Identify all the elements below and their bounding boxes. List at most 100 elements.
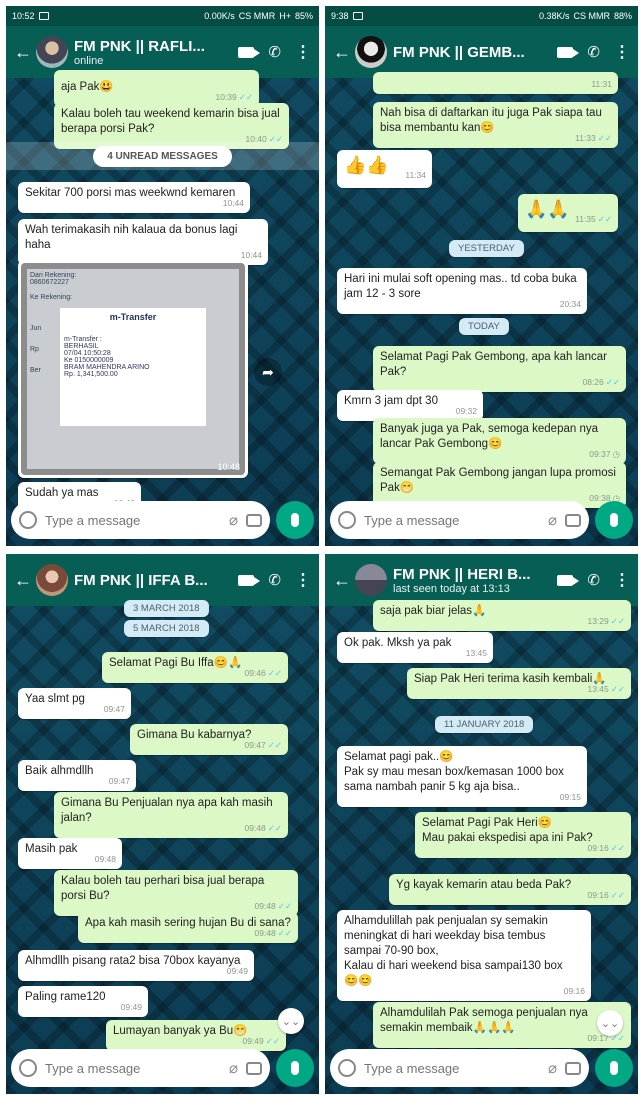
message-incoming[interactable]: Kmrn 3 jam dpt 30 09:32	[337, 390, 483, 421]
message-text: Selamat Pagi Bu Iffa😊🙏	[109, 657, 243, 669]
contact-name: FM PNK || HERI B...	[393, 565, 531, 583]
message-incoming[interactable]: Baik alhmdllh 09:47	[18, 760, 136, 791]
message-incoming[interactable]: Sekitar 700 porsi mas weekwnd kemaren 10:…	[18, 182, 250, 213]
attach-icon[interactable]: ⌀	[548, 511, 557, 529]
battery-level: 88%	[613, 11, 632, 21]
phone-icon[interactable]: ✆	[268, 571, 281, 589]
message-outgoing[interactable]: 🙏🙏 11:35 ✓✓	[518, 194, 618, 232]
phone-icon[interactable]: ✆	[268, 43, 281, 61]
message-incoming[interactable]: 👍👍 11:34	[337, 150, 432, 188]
message-outgoing[interactable]: Selamat Pagi Pak Gembong, apa kah lancar…	[373, 346, 626, 392]
message-outgoing[interactable]: saja pak biar jelas🙏 13:29 ✓✓	[373, 600, 631, 631]
mic-button[interactable]	[276, 501, 314, 539]
message-outgoing[interactable]: Banyak juga ya Pak, semoga kedepan nya l…	[373, 418, 626, 464]
message-outgoing[interactable]: Apa kah masih sering hujan Bu di sana? 09…	[78, 912, 298, 943]
message-outgoing[interactable]: Kalau boleh tau perhari bisa jual berapa…	[54, 870, 298, 916]
mic-button[interactable]	[595, 501, 633, 539]
message-time: 09:32	[455, 406, 477, 416]
message-input-box[interactable]: ⌀	[11, 501, 271, 539]
message-outgoing[interactable]: Gimana Bu Penjualan nya apa kah masih ja…	[54, 792, 288, 838]
image-message[interactable]: Dari Rekening: 0860672227 Ke Rekening: J…	[18, 260, 248, 478]
message-input-box[interactable]: ⌀	[330, 1049, 590, 1087]
emoji-icon[interactable]	[19, 1059, 37, 1077]
to-label: Ke Rekening:	[30, 294, 73, 301]
message-input[interactable]	[45, 1060, 221, 1076]
emoji-icon[interactable]	[338, 511, 356, 529]
message-input[interactable]	[364, 1060, 540, 1076]
phone-icon[interactable]: ✆	[587, 43, 600, 61]
camera-icon[interactable]	[246, 513, 263, 527]
read-ticks-icon: ✓✓	[597, 133, 612, 143]
video-call-icon[interactable]	[238, 46, 261, 58]
message-incoming[interactable]: Ok pak. Mksh ya pak 13:45	[337, 632, 493, 663]
dialog-line: 07/04 10:50:28	[64, 350, 111, 357]
from-number: 0860672227	[30, 279, 69, 286]
back-arrow-icon[interactable]: ←	[14, 42, 32, 63]
more-options-icon[interactable]: ⋮	[295, 570, 311, 590]
message-incoming[interactable]: Paling rame120 09:49	[18, 986, 148, 1017]
more-options-icon[interactable]: ⋮	[614, 570, 630, 590]
message-incoming[interactable]: Selamat pagi pak..😊 Pak sy mau mesan box…	[337, 746, 587, 807]
message-text: Kalau boleh tau perhari bisa jual berapa…	[61, 875, 265, 902]
message-outgoing[interactable]: Siap Pak Heri terima kasih kembali🙏 13:45…	[407, 668, 631, 699]
message-input[interactable]	[45, 512, 221, 528]
attach-icon[interactable]: ⌀	[548, 1059, 557, 1077]
contact-info[interactable]: FM PNK || IFFA B...	[74, 572, 238, 589]
read-ticks-icon: ✓✓	[610, 843, 625, 853]
message-incoming[interactable]: Masih pak 09:48	[18, 838, 122, 869]
message-text: Siap Pak Heri terima kasih kembali🙏	[414, 673, 607, 685]
message-time: 10:48	[217, 462, 240, 472]
camera-icon[interactable]	[246, 1061, 263, 1075]
message-text: Alhmdllh pisang rata2 bisa 70box kayanya	[25, 955, 241, 967]
message-outgoing[interactable]: Selamat Pagi Pak Heri😊 Mau pakai ekspedi…	[415, 812, 631, 858]
avatar[interactable]	[355, 36, 387, 68]
transfer-screenshot-image: Dari Rekening: 0860672227 Ke Rekening: J…	[21, 263, 245, 475]
avatar[interactable]	[36, 564, 68, 596]
mic-button[interactable]	[595, 1049, 633, 1087]
message-incoming[interactable]: Alhamdulillah pak penjualan sy semakin m…	[337, 910, 591, 1001]
read-ticks-icon: ✓✓	[605, 377, 620, 387]
video-call-icon[interactable]	[557, 46, 580, 58]
message-incoming[interactable]: Alhmdllh pisang rata2 bisa 70box kayanya…	[18, 950, 254, 981]
message-outgoing[interactable]: Yg kayak kemarin atau beda Pak? 09:16 ✓✓	[389, 874, 631, 905]
emoji-icon[interactable]	[19, 511, 37, 529]
contact-info[interactable]: FM PNK || RAFLI... online	[74, 38, 238, 67]
message-input-box[interactable]: ⌀	[11, 1049, 271, 1087]
attach-icon[interactable]: ⌀	[229, 511, 238, 529]
scroll-down-icon[interactable]: ⌄⌄	[597, 1010, 623, 1036]
mic-button[interactable]	[276, 1049, 314, 1087]
camera-icon[interactable]	[565, 1061, 582, 1075]
more-options-icon[interactable]: ⋮	[614, 42, 630, 62]
contact-info[interactable]: FM PNK || GEMB...	[393, 44, 557, 61]
attach-icon[interactable]: ⌀	[229, 1059, 238, 1077]
message-outgoing[interactable]: Selamat Pagi Bu Iffa😊🙏 09:46 ✓✓	[102, 652, 288, 683]
message-composer: ⌀	[325, 494, 638, 546]
message-outgoing[interactable]: Nah bisa di daftarkan itu juga Pak siapa…	[373, 102, 618, 148]
message-incoming[interactable]: Hari ini mulai soft opening mas.. td cob…	[337, 268, 587, 314]
avatar[interactable]	[355, 564, 387, 596]
avatar[interactable]	[36, 36, 68, 68]
notification-icon	[38, 12, 49, 20]
more-options-icon[interactable]: ⋮	[295, 42, 311, 62]
share-icon[interactable]: ➦	[254, 358, 282, 386]
camera-icon[interactable]	[565, 513, 582, 527]
contact-name: FM PNK || RAFLI...	[74, 37, 205, 55]
message-input[interactable]	[364, 512, 540, 528]
phone-icon[interactable]: ✆	[587, 571, 600, 589]
contact-info[interactable]: FM PNK || HERI B... last seen today at 1…	[393, 566, 557, 595]
unread-divider: 4 UNREAD MESSAGES	[6, 142, 319, 170]
video-call-icon[interactable]	[238, 574, 261, 586]
message-outgoing[interactable]: 11:31	[373, 72, 618, 94]
message-incoming[interactable]: Yaa slmt pg 09:47	[18, 688, 131, 719]
video-call-icon[interactable]	[557, 574, 580, 586]
message-incoming[interactable]: Wah terimakasih nih kalaua da bonus lagi…	[18, 219, 268, 265]
back-arrow-icon[interactable]: ←	[333, 570, 351, 591]
emoji-icon[interactable]	[338, 1059, 356, 1077]
scroll-down-icon[interactable]: ⌄⌄	[278, 1008, 304, 1034]
back-arrow-icon[interactable]: ←	[14, 570, 32, 591]
chat-header: ← FM PNK || HERI B... last seen today at…	[325, 554, 638, 606]
message-outgoing[interactable]: Gimana Bu kabarnya? 09:47 ✓✓	[130, 724, 288, 755]
back-arrow-icon[interactable]: ←	[333, 42, 351, 63]
message-outgoing[interactable]: aja Pak😃 10:39 ✓✓	[54, 70, 259, 107]
message-input-box[interactable]: ⌀	[330, 501, 590, 539]
